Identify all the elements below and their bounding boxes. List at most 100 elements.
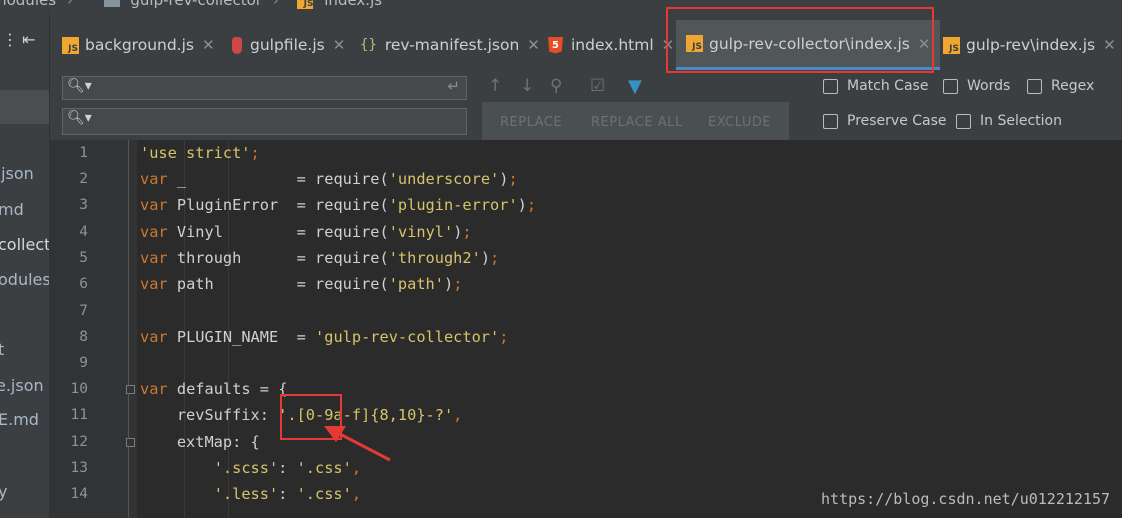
replace-all-button[interactable]: REPLACE ALL <box>591 115 683 130</box>
js-file-icon: JS <box>943 36 960 54</box>
code-line-10: var defaults = { <box>140 380 288 398</box>
project-tree-item[interactable]: e.json <box>0 376 44 395</box>
js-file-icon: JS <box>62 36 79 54</box>
code-line-14: '.less': '.css', <box>213 485 362 503</box>
tab-index-html[interactable]: 5 index.html ✕ <box>548 24 674 66</box>
tab-label: rev-manifest.json <box>384 36 520 54</box>
line-number: 2 <box>79 171 88 187</box>
match-case-option[interactable]: Match Case <box>823 78 928 94</box>
find-all-icon[interactable]: ⚲ <box>550 76 562 96</box>
line-number: 14 <box>70 486 88 502</box>
project-panel: ⋮ ⇤ .json md collecto odules t e.json E.… <box>0 10 50 518</box>
tab-label: gulpfile.js <box>250 36 325 54</box>
search-icon[interactable]: 🔍︎▾ <box>67 78 92 94</box>
select-all-occurrences-icon[interactable]: ☑ <box>590 76 605 96</box>
words-label: Words <box>967 78 1011 94</box>
line-number: 7 <box>79 303 88 319</box>
close-icon[interactable]: ✕ <box>333 36 346 54</box>
regex-checkbox[interactable] <box>1027 78 1042 94</box>
js-file-icon: JS <box>297 0 314 9</box>
project-tree-item[interactable]: collecto <box>0 235 49 254</box>
project-tree-item[interactable]: y <box>0 482 7 501</box>
code-line-4: var Vinyl = require('vinyl'); <box>140 223 472 241</box>
project-tree-item[interactable]: odules <box>0 270 49 289</box>
close-icon[interactable]: ✕ <box>1103 36 1116 54</box>
line-number: 5 <box>79 250 88 266</box>
preserve-case-option[interactable]: Preserve Case <box>823 113 947 129</box>
tab-gulp-rev-index-js[interactable]: JS gulp-rev\index.js ✕ <box>943 24 1116 66</box>
previous-occurrence-icon[interactable]: ↑ <box>488 76 502 96</box>
more-options-icon[interactable]: ⋮ <box>2 30 18 49</box>
breadcrumb: modules › gulp-rev-collector › JS index.… <box>0 0 1122 10</box>
folder-icon <box>103 0 120 7</box>
code-line-2: var _ = require('underscore'); <box>140 170 518 188</box>
tab-label: background.js <box>85 36 194 54</box>
next-occurrence-icon[interactable]: ↓ <box>520 76 534 96</box>
gulp-file-icon <box>232 36 242 54</box>
replace-input[interactable] <box>91 111 435 131</box>
close-icon[interactable]: ✕ <box>527 36 540 54</box>
match-case-checkbox[interactable] <box>823 78 838 94</box>
regex-label: Regex <box>1051 78 1095 94</box>
replace-field[interactable]: 🔍︎▾ <box>62 108 467 135</box>
tab-label: gulp-rev\index.js <box>966 36 1096 54</box>
tab-label: index.html <box>571 36 654 54</box>
find-field[interactable]: 🔍︎▾ ↵ <box>62 76 467 100</box>
line-number: 13 <box>70 460 88 476</box>
find-replace-panel: 🔍︎▾ ↵ 🔍︎▾ ↑ ↓ ⚲ ☑ ▼ REPLACE REPLACE ALL … <box>50 72 1122 140</box>
line-number: 6 <box>79 276 88 292</box>
in-selection-label: In Selection <box>980 113 1062 129</box>
annotation-highlight-tab <box>666 7 934 73</box>
code-line-6: var path = require('path'); <box>140 275 463 293</box>
breadcrumb-item-modules[interactable]: modules <box>0 0 56 9</box>
regex-option[interactable]: Regex <box>1027 78 1094 94</box>
breadcrumb-item-package[interactable]: gulp-rev-collector <box>130 0 262 9</box>
line-number: 8 <box>79 329 88 345</box>
tab-background-js[interactable]: JS background.js ✕ <box>62 24 215 66</box>
json-file-icon: {} <box>360 37 377 53</box>
tab-rev-manifest-json[interactable]: {} rev-manifest.json ✕ <box>360 24 540 66</box>
project-tree-item[interactable]: md <box>0 200 24 219</box>
line-number: 1 <box>79 145 88 161</box>
project-toolbar: ⋮ ⇤ <box>0 24 49 54</box>
exclude-button[interactable]: EXCLUDE <box>708 115 771 130</box>
words-option[interactable]: Words <box>943 78 1010 94</box>
code-line-3: var PluginError = require('plugin-error'… <box>140 196 537 214</box>
line-number: 12 <box>70 434 88 450</box>
find-input[interactable] <box>91 79 435 99</box>
match-case-label: Match Case <box>847 78 929 94</box>
breadcrumb-separator: › <box>66 0 73 9</box>
new-line-icon[interactable]: ↵ <box>447 77 460 95</box>
gutter-divider <box>128 140 129 518</box>
project-tree-item[interactable]: E.md <box>0 410 39 429</box>
close-icon[interactable]: ✕ <box>202 36 215 54</box>
filter-icon[interactable]: ▼ <box>628 76 642 97</box>
in-selection-checkbox[interactable] <box>956 113 971 129</box>
in-selection-option[interactable]: In Selection <box>956 113 1062 129</box>
code-editor[interactable]: 1 2 3 4 5 6 7 8 9 10 11 12 13 14 'use st… <box>50 140 1122 518</box>
words-checkbox[interactable] <box>943 78 958 94</box>
html5-file-icon: 5 <box>548 36 563 54</box>
fold-marker-icon[interactable] <box>126 438 135 447</box>
preserve-case-label: Preserve Case <box>847 113 947 129</box>
breadcrumb-item-file[interactable]: index.js <box>324 0 382 9</box>
replace-button[interactable]: REPLACE <box>500 115 562 130</box>
project-selected-row <box>0 90 49 124</box>
line-number: 9 <box>79 355 88 371</box>
line-number: 3 <box>79 197 88 213</box>
project-tree-item[interactable]: .json <box>0 164 34 183</box>
breadcrumb-separator: › <box>272 0 279 9</box>
collapse-all-icon[interactable]: ⇤ <box>22 30 35 49</box>
line-number: 11 <box>70 407 88 423</box>
project-tree-item[interactable]: t <box>0 340 4 359</box>
line-number: 10 <box>70 381 88 397</box>
code-line-5: var through = require('through2'); <box>140 249 500 267</box>
replace-actions: REPLACE REPLACE ALL EXCLUDE <box>482 102 789 140</box>
code-line-12: extMap: { <box>176 433 260 451</box>
preserve-case-checkbox[interactable] <box>823 113 838 129</box>
search-icon[interactable]: 🔍︎▾ <box>67 110 92 126</box>
tab-gulpfile-js[interactable]: gulpfile.js ✕ <box>232 24 345 66</box>
fold-marker-icon[interactable] <box>126 385 135 394</box>
editor-tabs: JS background.js ✕ gulpfile.js ✕ {} rev-… <box>50 10 1122 73</box>
watermark: https://blog.csdn.net/u012212157 <box>821 490 1110 508</box>
